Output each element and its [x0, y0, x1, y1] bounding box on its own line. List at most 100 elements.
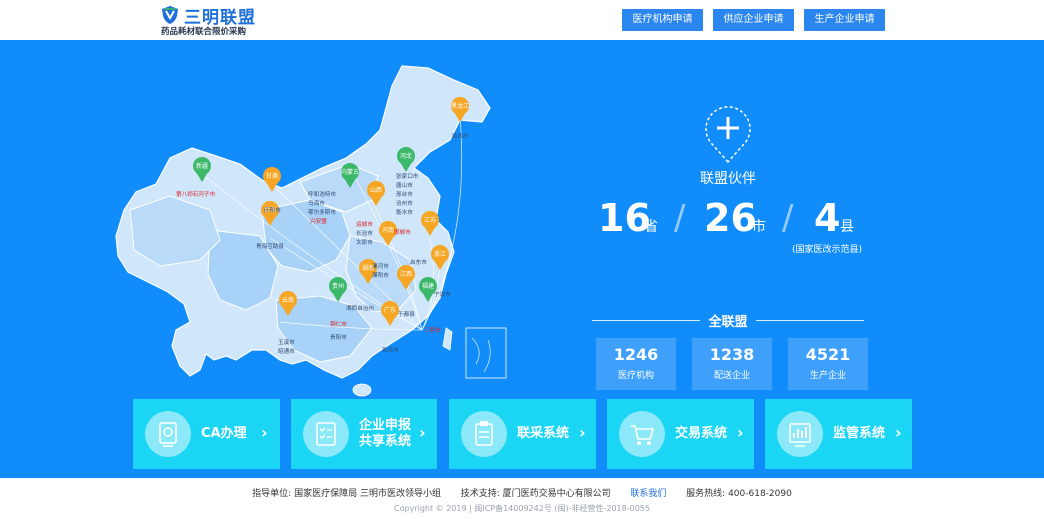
footer-info: 指导单位: 国家医疗保障局 三明市医改领导小组 技术支持: 厦门医药交易中心有限…	[0, 486, 1044, 499]
medical-institution-apply-button[interactable]: 医疗机构申请	[622, 9, 703, 31]
chevron-right-icon: ›	[419, 423, 426, 442]
county-unit: 县	[840, 219, 854, 235]
city-label: 邢台市	[396, 190, 413, 198]
divider-line	[756, 320, 864, 321]
city-label: 贵阳市	[330, 333, 347, 341]
divider-slash: /	[674, 198, 686, 238]
province-unit: 省	[644, 219, 658, 235]
city-label: 湘西自治州	[346, 304, 374, 312]
tile-enterprise-declare[interactable]: 企业申报 共享系统 ›	[291, 399, 437, 469]
shopping-cart-icon	[619, 411, 665, 457]
copyright: Copyright © 2019 | 闽ICP备14009242号 (闽)-非经…	[394, 504, 650, 513]
footer: 指导单位: 国家医疗保障局 三明市医改领导小组 技术支持: 厦门医药交易中心有限…	[0, 478, 1044, 519]
logo[interactable]: 三明联盟 药品耗材联合限价采购	[160, 4, 280, 37]
logo-subtitle: 药品耗材联合限价采购	[161, 27, 247, 37]
city-label: 珠海市	[382, 346, 399, 354]
city-label: 三明市	[424, 326, 441, 334]
checklist-icon	[303, 411, 349, 457]
svg-text:贵州: 贵州	[332, 282, 344, 290]
province-count: 16	[598, 196, 651, 240]
city-label: 乌海市	[308, 199, 325, 207]
tech-value: 厦门医药交易中心有限公司	[502, 489, 611, 499]
county-count: 4	[814, 196, 841, 240]
header: 三明联盟 药品耗材联合限价采购 医疗机构申请 供应企业申请 生产企业申请	[0, 0, 1044, 40]
city-label: 第八师石河子市	[176, 190, 216, 198]
city-label: 沧州市	[396, 199, 413, 207]
svg-text:甘肃: 甘肃	[266, 172, 278, 180]
tile-ca[interactable]: CA办理 ›	[133, 399, 280, 469]
chevron-right-icon: ›	[579, 423, 586, 442]
svg-text:内蒙古: 内蒙古	[341, 168, 359, 176]
china-map: 黑龙江 新疆 甘肃 内蒙古 河北 山西 青海 河南 江苏 浙江 湖南 江西 贵州…	[115, 65, 507, 397]
city-label: 鄂尔多斯市	[308, 208, 336, 216]
city-label: 昭通市	[278, 347, 295, 355]
contact-us-link[interactable]: 联系我们	[630, 489, 666, 499]
hero-section: 黑龙江 新疆 甘肃 内蒙古 河北 山西 青海 河南 江苏 浙江 湖南 江西 贵州…	[0, 40, 1044, 478]
south-china-sea-inset	[465, 327, 507, 379]
city-label: 漯河市	[372, 262, 389, 270]
chevron-right-icon: ›	[895, 423, 902, 442]
svg-text:黑龙江: 黑龙江	[451, 102, 469, 110]
city-label: 庆阳市	[264, 206, 281, 214]
divider-slash: /	[782, 198, 794, 238]
ca-seal-icon	[145, 411, 191, 457]
city-label: 呼和浩特市	[308, 190, 336, 198]
chevron-right-icon: ›	[737, 423, 744, 442]
hainan-shape	[352, 383, 372, 397]
city-label: 唐山市	[396, 181, 413, 189]
partner-label: 联盟伙伴	[700, 171, 756, 187]
city-label: 兴安盟	[310, 217, 327, 225]
svg-text:福建: 福建	[422, 282, 434, 290]
tile-trading-system[interactable]: 交易系统 ›	[607, 399, 754, 469]
tile-label: CA办理	[201, 426, 247, 441]
stat-value: 1246	[613, 345, 659, 364]
svg-text:浙江: 浙江	[434, 250, 446, 258]
stat-value: 4521	[805, 345, 851, 364]
city-label: 濮阳市	[372, 271, 389, 279]
manufacturer-apply-button[interactable]: 生产企业申请	[804, 9, 885, 31]
svg-text:广东: 广东	[384, 306, 396, 314]
tile-label: 联采系统	[517, 426, 570, 441]
stat-manufacturers: 4521 生产企业	[788, 338, 868, 390]
tile-label: 监管系统	[833, 426, 886, 441]
city-label: 邯郸市	[394, 228, 411, 236]
guide-label: 指导单位:	[252, 489, 292, 499]
stat-label: 医疗机构	[617, 371, 654, 381]
city-count: 26	[704, 196, 757, 240]
svg-text:江苏: 江苏	[424, 216, 436, 224]
svg-text:江西: 江西	[400, 271, 412, 278]
svg-text:新疆: 新疆	[196, 162, 208, 170]
svg-text:云南: 云南	[282, 296, 294, 304]
tech-label: 技术支持:	[460, 489, 500, 499]
city-label: 青海互助县	[256, 242, 284, 250]
city-label: 衡水市	[396, 208, 413, 216]
bar-chart-icon	[777, 411, 823, 457]
city-label: 太原市	[356, 238, 373, 246]
city-label: 鸡西市	[452, 132, 469, 140]
city-label: 玉溪市	[278, 338, 295, 346]
city-label: 宁波市	[434, 290, 451, 298]
city-label: 运城市	[356, 220, 373, 228]
tile-joint-procurement[interactable]: 联采系统 ›	[449, 399, 596, 469]
city-label: 铜仁市	[330, 320, 347, 328]
alliance-stats: 联盟伙伴 16 省 / 26 市 / 4 县 (国家医改示范县) 全联盟 124…	[592, 100, 872, 400]
tile-label: 交易系统	[675, 426, 728, 441]
stat-medical-institutions: 1246 医疗机构	[596, 338, 676, 390]
guide-value: 国家医疗保障局 三明市医改领导小组	[294, 489, 441, 499]
stat-label: 生产企业	[809, 371, 846, 381]
supplier-apply-button[interactable]: 供应企业申请	[713, 9, 794, 31]
stat-label: 配送企业	[713, 371, 750, 381]
shield-logo-icon	[162, 6, 178, 24]
chevron-right-icon: ›	[261, 423, 268, 442]
taiwan-shape	[442, 327, 453, 351]
county-note: (国家医改示范县)	[792, 245, 863, 255]
tile-supervision-system[interactable]: 监管系统 ›	[765, 399, 912, 469]
svg-text:河南: 河南	[382, 226, 394, 234]
hotline: 服务热线: 400-618-2090	[686, 489, 792, 499]
clipboard-icon	[461, 411, 507, 457]
city-label: 启东市	[410, 258, 427, 266]
stat-value: 1238	[709, 345, 755, 364]
svg-text:山西: 山西	[370, 186, 382, 194]
city-label: 长治市	[356, 229, 373, 237]
svg-text:河北: 河北	[400, 152, 412, 160]
